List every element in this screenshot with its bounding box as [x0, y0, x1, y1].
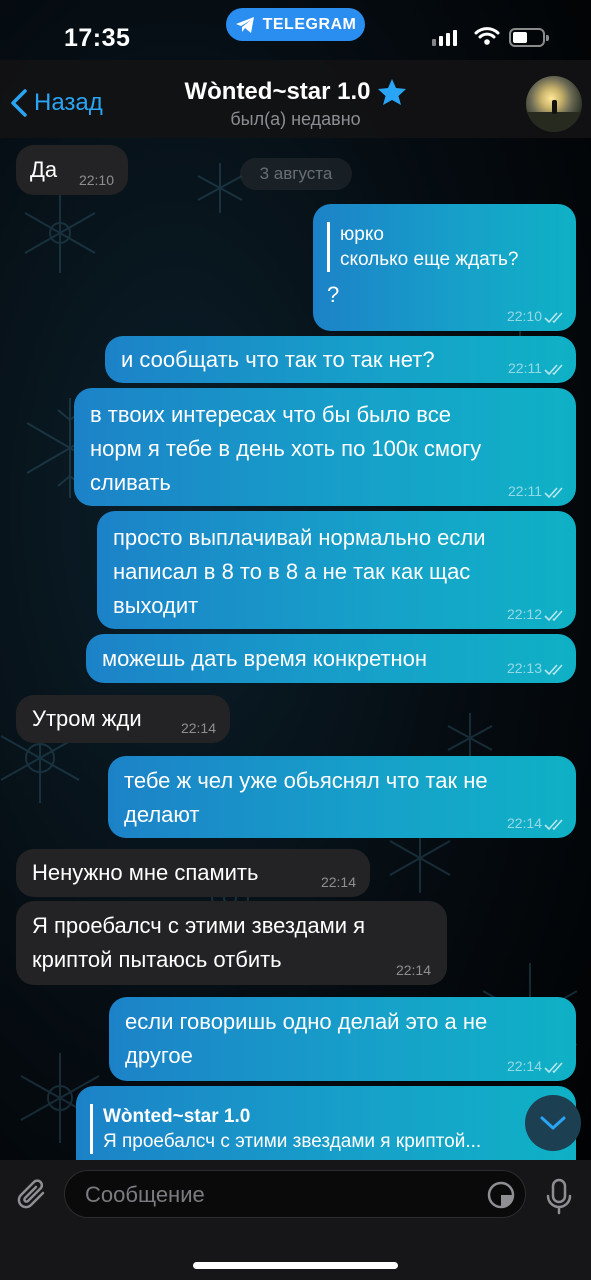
- message-input-placeholder: Сообщение: [85, 1182, 205, 1207]
- cellular-signal-icon: [432, 30, 457, 46]
- chevron-down-icon: [540, 1116, 566, 1130]
- message-time: 22:11: [508, 483, 542, 499]
- chevron-left-icon: [11, 89, 27, 117]
- chat-title-area[interactable]: Wònted~star 1.0 был(а) недавно: [140, 78, 451, 130]
- message-line: Я проебалсч с этими звездами я: [32, 913, 366, 938]
- message-incoming[interactable]: Я проебалсч с этими звездами я криптой п…: [16, 901, 447, 985]
- message-line: сливать: [90, 470, 171, 495]
- message-outgoing[interactable]: и сообщать что так то так нет? 22:11: [105, 336, 576, 383]
- message-time: 22:14: [506, 1058, 542, 1074]
- message-outgoing[interactable]: просто выплачивай нормально если написал…: [97, 511, 576, 629]
- double-check-icon: [544, 364, 563, 376]
- chat-title: Wònted~star 1.0: [184, 78, 371, 105]
- message-time: 22:14: [395, 962, 431, 978]
- message-text: и сообщать что так то так нет?: [121, 347, 435, 372]
- message-outgoing[interactable]: в твоих интересах что бы было все норм я…: [74, 388, 576, 506]
- message-time: 22:12: [506, 606, 542, 622]
- message-time: 22:14: [180, 720, 216, 736]
- message-time: 22:11: [508, 360, 542, 376]
- message-outgoing[interactable]: юрко сколько еще ждать? ? 22:10: [313, 204, 576, 331]
- status-time: 17:35: [64, 24, 131, 52]
- chat-header: Назад Wònted~star 1.0 был(а) недавно: [0, 60, 591, 138]
- message-outgoing[interactable]: если говоришь одно делай это а не другое…: [109, 997, 576, 1081]
- battery-icon: [509, 28, 549, 47]
- telegram-icon: [235, 16, 254, 33]
- telegram-pill-label: TELEGRAM: [262, 15, 357, 33]
- reply-quote[interactable]: Wònted~star 1.0 Я проебалсч с этими звез…: [90, 1104, 562, 1154]
- microphone-icon[interactable]: [546, 1178, 572, 1216]
- message-text: Да: [30, 157, 58, 182]
- double-check-icon: [544, 1062, 563, 1074]
- attach-icon[interactable]: [16, 1176, 50, 1214]
- avatar[interactable]: [526, 76, 582, 132]
- message-time: 22:10: [78, 172, 114, 188]
- message-incoming[interactable]: Утром жди 22:14: [16, 695, 230, 743]
- status-bar: 17:35 TELEGRAM: [0, 0, 591, 60]
- star-badge-icon: [377, 79, 406, 105]
- message-text: Утром жди: [32, 706, 142, 731]
- message-line: выходит: [113, 593, 199, 618]
- double-check-icon: [544, 610, 563, 622]
- message-line: норм я тебе в день хоть по 100к смогу: [90, 436, 482, 461]
- message-line: просто выплачивай нормально если: [113, 525, 486, 550]
- double-check-icon: [544, 819, 563, 831]
- date-chip: 3 августа: [240, 158, 352, 190]
- message-outgoing[interactable]: Wònted~star 1.0 Я проебалсч с этими звез…: [76, 1086, 576, 1160]
- message-text: можешь дать время конкретнон: [102, 646, 428, 671]
- telegram-pill[interactable]: TELEGRAM: [226, 8, 365, 41]
- scroll-to-bottom-button[interactable]: [525, 1095, 581, 1151]
- double-check-icon: [544, 312, 563, 324]
- message-line: в твоих интересах что бы было все: [90, 402, 451, 427]
- message-outgoing[interactable]: можешь дать время конкретнон 22:13: [86, 634, 576, 683]
- message-time: 22:14: [506, 815, 542, 831]
- message-input[interactable]: Сообщение: [64, 1170, 526, 1218]
- double-check-icon: [544, 487, 563, 499]
- message-line: другое: [125, 1043, 193, 1068]
- double-check-icon: [544, 664, 563, 676]
- back-label: Назад: [34, 89, 103, 116]
- message-incoming[interactable]: Да 22:10: [16, 145, 128, 195]
- message-line: если говоришь одно делай это а не: [125, 1009, 488, 1034]
- message-line: тебе ж чел уже обьяснял что так не: [124, 768, 488, 793]
- reply-author: юрко: [340, 224, 384, 245]
- message-time: 22:14: [320, 874, 356, 890]
- wifi-icon: [474, 27, 500, 45]
- message-line: написал в 8 то в 8 а не так как щас: [113, 559, 471, 584]
- message-text: ?: [327, 282, 340, 307]
- back-button[interactable]: Назад: [10, 88, 103, 118]
- message-line: криптой пытаюсь отбить: [32, 947, 282, 972]
- message-incoming[interactable]: Ненужно мне спамить 22:14: [16, 849, 370, 897]
- home-indicator: [193, 1262, 398, 1269]
- message-outgoing[interactable]: тебе ж чел уже обьяснял что так не делаю…: [108, 756, 576, 838]
- reply-author: Wònted~star 1.0: [103, 1106, 251, 1127]
- message-time: 22:10: [506, 308, 542, 324]
- reply-quote[interactable]: юрко сколько еще ждать?: [327, 222, 562, 272]
- message-text: Ненужно мне спамить: [32, 860, 259, 885]
- reply-text: Я проебалсч с этими звездами я криптой..…: [103, 1131, 482, 1152]
- last-seen-status: был(а) недавно: [230, 109, 361, 129]
- sticker-icon[interactable]: [486, 1180, 516, 1210]
- message-time: 22:13: [506, 660, 542, 676]
- reply-text: сколько еще ждать?: [340, 249, 519, 270]
- message-line: делают: [124, 802, 200, 827]
